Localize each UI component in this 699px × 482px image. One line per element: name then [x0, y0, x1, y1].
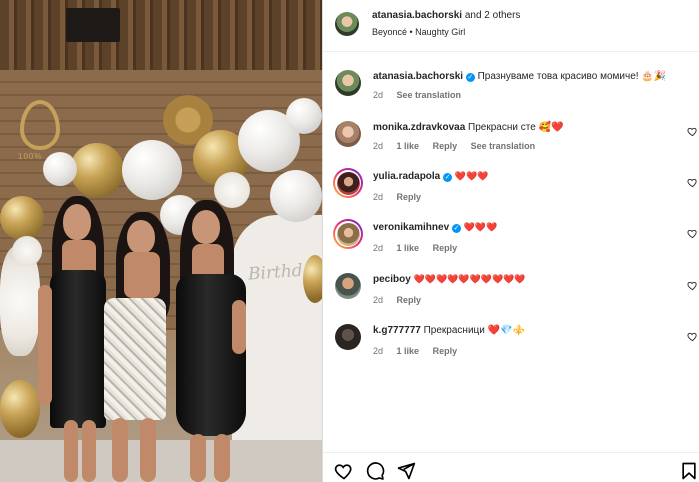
commenter-avatar[interactable] — [335, 273, 361, 299]
comment-text-line: k.g777777 Прекрасници ❤️💎⚜️ — [373, 325, 525, 336]
caption-text: Празнуваме това красиво момиче! 🎂🎉 — [477, 71, 667, 82]
comment-text: Прекрасни сте 🥰❤️ — [468, 122, 564, 133]
comment-time[interactable]: 2d — [373, 295, 383, 305]
heart-outline-icon[interactable] — [687, 228, 698, 239]
white-balloon — [270, 170, 322, 222]
comment-time[interactable]: 2d — [373, 141, 383, 151]
comment-text-line: yulia.radapola ✓ ❤️❤️❤️ — [373, 171, 488, 182]
comment-username[interactable]: monika.zdravkovaa — [373, 122, 465, 133]
comment-username[interactable]: peciboy — [373, 274, 411, 285]
comment-meta: 2d Reply — [373, 192, 432, 202]
comment-text: ❤️❤️❤️ — [454, 172, 489, 182]
comment-likes[interactable]: 1 like — [397, 141, 420, 151]
caption-text-line: atanasia.bachorski ✓ Празнуваме това кра… — [373, 71, 666, 82]
verified-badge-icon: ✓ — [451, 224, 461, 233]
venue-logo-text: 100% — [18, 152, 43, 161]
comment-time[interactable]: 2d — [373, 243, 383, 253]
commenter-avatar[interactable] — [336, 171, 360, 195]
post-photo[interactable]: 100% Birthday — [0, 0, 322, 482]
comment-text-line: peciboy ❤️❤️❤️❤️❤️❤️❤️❤️❤️❤️ — [373, 274, 526, 285]
comment-likes[interactable]: 1 like — [397, 243, 420, 253]
reply-button[interactable]: Reply — [397, 192, 422, 202]
white-balloon — [286, 98, 322, 134]
author-username[interactable]: atanasia.bachorski — [372, 10, 462, 21]
story-ring[interactable] — [333, 219, 363, 249]
see-translation-link[interactable]: See translation — [397, 90, 462, 100]
post-sidebar: atanasia.bachorski and 2 others Beyoncé … — [322, 0, 699, 482]
heart-outline-icon[interactable] — [334, 461, 354, 481]
audio-track-link[interactable]: Beyoncé • Naughty Girl — [372, 27, 465, 37]
wooden-ceiling — [0, 0, 322, 70]
caption-time[interactable]: 2d — [373, 90, 383, 100]
speech-bubble-icon[interactable] — [365, 461, 385, 481]
author-avatar[interactable] — [335, 12, 359, 36]
verified-badge-icon: ✓ — [465, 73, 475, 82]
bookmark-icon[interactable] — [679, 461, 699, 481]
commenter-avatar[interactable] — [335, 324, 361, 350]
comment-username[interactable]: k.g777777 — [373, 325, 421, 336]
caption-meta: 2d See translation — [373, 90, 472, 100]
comment-time[interactable]: 2d — [373, 346, 383, 356]
reply-button[interactable]: Reply — [433, 141, 458, 151]
post-header: atanasia.bachorski and 2 others Beyoncé … — [323, 0, 699, 52]
comment-username[interactable]: yulia.radapola — [373, 171, 440, 182]
heart-outline-icon[interactable] — [687, 331, 698, 342]
gold-balloon — [0, 196, 44, 240]
comment-meta: 2d 1 like Reply — [373, 346, 468, 356]
story-ring[interactable] — [333, 168, 363, 198]
header-title: atanasia.bachorski and 2 others — [372, 10, 520, 21]
commenter-avatar[interactable] — [336, 222, 360, 246]
paper-plane-icon[interactable] — [396, 461, 416, 481]
white-flower — [12, 236, 42, 266]
reply-button[interactable]: Reply — [397, 295, 422, 305]
post-action-bar — [323, 452, 699, 482]
comment-text: ❤️❤️❤️❤️❤️❤️❤️❤️❤️❤️ — [413, 275, 526, 285]
heart-outline-icon[interactable] — [687, 177, 698, 188]
gold-balloon — [303, 255, 322, 303]
white-flower — [214, 172, 250, 208]
white-balloon — [122, 140, 182, 200]
comment-username[interactable]: veronikamihnev — [373, 222, 449, 233]
reply-button[interactable]: Reply — [433, 346, 458, 356]
comment-text-line: veronikamihnev ✓ ❤️❤️❤️ — [373, 222, 497, 233]
verified-badge-icon: ✓ — [443, 173, 453, 182]
heart-outline-icon[interactable] — [687, 280, 698, 291]
comment-time[interactable]: 2d — [373, 192, 383, 202]
gold-balloon — [0, 380, 40, 438]
caption-username[interactable]: atanasia.bachorski — [373, 71, 463, 82]
comment-meta: 2d 1 like Reply See translation — [373, 141, 546, 151]
ceiling-fixture — [66, 8, 120, 42]
comment-text: Прекрасници ❤️💎⚜️ — [423, 325, 525, 336]
reply-button[interactable]: Reply — [433, 243, 458, 253]
comment-meta: 2d Reply — [373, 295, 432, 305]
caption-avatar[interactable] — [335, 70, 361, 96]
comment-meta: 2d 1 like Reply — [373, 243, 468, 253]
gold-balloon — [70, 143, 124, 197]
comment-text: ❤️❤️❤️ — [463, 223, 498, 233]
white-balloon — [43, 152, 77, 186]
floor — [0, 440, 322, 482]
commenter-avatar[interactable] — [335, 121, 361, 147]
comment-likes[interactable]: 1 like — [397, 346, 420, 356]
collaborators-text[interactable]: and 2 others — [462, 10, 521, 21]
heart-outline-icon[interactable] — [687, 126, 698, 137]
see-translation-link[interactable]: See translation — [471, 141, 536, 151]
comment-text-line: monika.zdravkovaa Прекрасни сте 🥰❤️ — [373, 122, 563, 133]
